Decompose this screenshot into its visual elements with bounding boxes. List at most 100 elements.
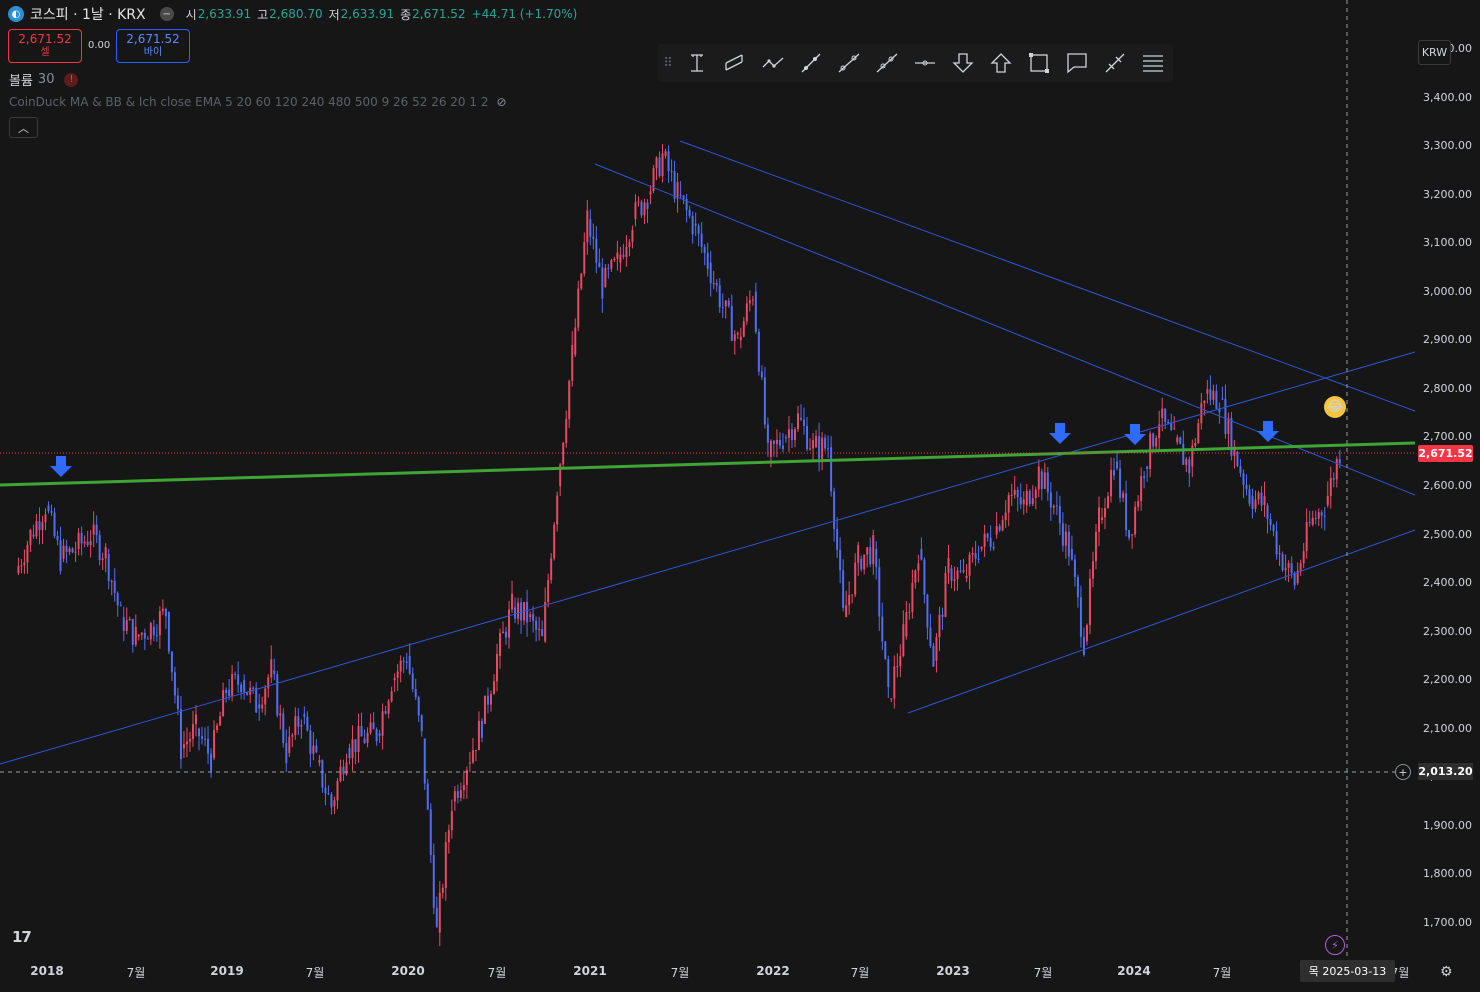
- candle-body: [712, 282, 715, 284]
- currency-selector[interactable]: KRW: [1418, 40, 1451, 65]
- candle-body: [553, 524, 556, 559]
- candle-body: [1338, 459, 1341, 464]
- candle-body: [1287, 563, 1290, 568]
- candle-body: [784, 437, 787, 439]
- candle-body: [207, 738, 210, 754]
- candle-body: [863, 554, 866, 570]
- extended-line-icon[interactable]: [868, 44, 906, 82]
- price-axis-label: 3,200.00: [1423, 187, 1472, 201]
- menu-lines-icon[interactable]: [1134, 44, 1172, 82]
- candle-body: [1155, 437, 1158, 447]
- candle-body: [231, 674, 234, 696]
- tradingview-logo[interactable]: 17: [12, 928, 32, 946]
- candle-body: [992, 546, 995, 549]
- candle-body: [733, 334, 736, 341]
- time-axis-label: 2024: [1117, 964, 1151, 978]
- candle-body: [727, 300, 730, 307]
- text-tool-icon[interactable]: [678, 44, 716, 82]
- candle-body: [812, 440, 815, 449]
- price-axis-label: 2,100.00: [1423, 721, 1472, 735]
- candle-body: [41, 522, 44, 531]
- candle-body: [715, 282, 718, 286]
- candle-body: [1278, 553, 1281, 555]
- candle-body: [1110, 470, 1113, 497]
- measure-icon[interactable]: [1096, 44, 1134, 82]
- candle-body: [1332, 477, 1335, 480]
- candle-body: [833, 491, 836, 530]
- candle-body: [508, 609, 511, 638]
- candle-body: [137, 634, 140, 637]
- candle-body: [881, 616, 884, 642]
- candle-body: [143, 632, 146, 639]
- price-axis-label: 1,700.00: [1423, 915, 1472, 929]
- laughing-emoji-icon[interactable]: 😂: [1324, 396, 1346, 418]
- minimize-icon[interactable]: −: [159, 7, 174, 21]
- candle-body: [1335, 459, 1338, 480]
- candle-body: [321, 760, 324, 788]
- eye-hidden-icon[interactable]: ⊘: [496, 95, 506, 109]
- trend-line-icon[interactable]: [830, 44, 868, 82]
- candle-body: [1076, 577, 1079, 598]
- volume-legend[interactable]: 볼륨 30 !: [9, 70, 79, 89]
- horizontal-ray-icon[interactable]: [906, 44, 944, 82]
- candle-body: [336, 781, 339, 801]
- candle-body: [300, 725, 303, 727]
- settings-gear-icon[interactable]: ⚙: [1440, 964, 1453, 980]
- candle-body: [312, 745, 315, 754]
- candle-body: [959, 570, 962, 572]
- lightning-icon[interactable]: ⚡: [1325, 935, 1345, 955]
- candle-body: [766, 424, 769, 443]
- price-axis[interactable]: 3,500.003,400.003,300.003,200.003,100.00…: [1347, 0, 1480, 992]
- candle-body: [176, 695, 179, 710]
- candle-body: [474, 750, 477, 752]
- candle-body: [974, 553, 977, 559]
- rising-support-line[interactable]: [907, 529, 1416, 714]
- candle-body: [417, 697, 420, 716]
- collapse-legend-button[interactable]: ︿: [9, 117, 38, 138]
- candle-body: [59, 540, 62, 572]
- indicator-legend[interactable]: CoinDuck MA & BB & Ich close EMA 5 20 60…: [9, 95, 507, 109]
- ray-tool-icon[interactable]: [792, 44, 830, 82]
- callout-icon[interactable]: [1058, 44, 1096, 82]
- candle-body: [98, 535, 101, 561]
- candle-body: [435, 907, 438, 927]
- candle-body: [775, 439, 778, 444]
- rectangle-icon[interactable]: [1020, 44, 1058, 82]
- candle-body: [1082, 636, 1085, 655]
- price-chart[interactable]: [0, 0, 1480, 992]
- candle-body: [1140, 476, 1143, 502]
- candle-body: [1104, 507, 1107, 518]
- time-axis-label: 2023: [936, 964, 970, 978]
- candle-body: [225, 690, 228, 694]
- candle-body: [751, 299, 754, 301]
- channel-upper-line[interactable]: [679, 140, 1416, 412]
- candle-body: [676, 182, 679, 199]
- candle-body: [505, 631, 508, 638]
- arrow-up-icon[interactable]: [982, 44, 1020, 82]
- candle-body: [944, 572, 947, 617]
- candle-body: [736, 332, 739, 335]
- candle-body: [252, 687, 255, 689]
- sell-button[interactable]: 2,671.52 셀: [8, 29, 82, 63]
- candle-body: [697, 225, 700, 234]
- path-tool-icon[interactable]: [754, 44, 792, 82]
- add-alert-icon[interactable]: +: [1395, 764, 1411, 780]
- candle-body: [986, 533, 989, 538]
- candle-body: [667, 151, 670, 172]
- time-axis-label: 7월: [487, 966, 507, 980]
- candle-body: [1116, 461, 1119, 469]
- candle-body: [661, 153, 664, 177]
- candle-body: [953, 579, 956, 581]
- arrow-down-icon[interactable]: [944, 44, 982, 82]
- candle-body: [264, 688, 267, 705]
- warning-icon[interactable]: !: [64, 72, 79, 87]
- channel-tool-icon[interactable]: [716, 44, 754, 82]
- symbol-title[interactable]: 코스피 · 1날 · KRX: [30, 4, 146, 24]
- buy-button[interactable]: 2,671.52 바이: [116, 29, 190, 63]
- green-horizontal-support[interactable]: [0, 441, 1416, 487]
- candle-body: [327, 793, 330, 795]
- candle-body: [1269, 519, 1272, 526]
- drag-handle-icon[interactable]: ⠿: [658, 56, 678, 71]
- long-rising-trendline[interactable]: [0, 351, 1416, 765]
- candle-body: [375, 729, 378, 741]
